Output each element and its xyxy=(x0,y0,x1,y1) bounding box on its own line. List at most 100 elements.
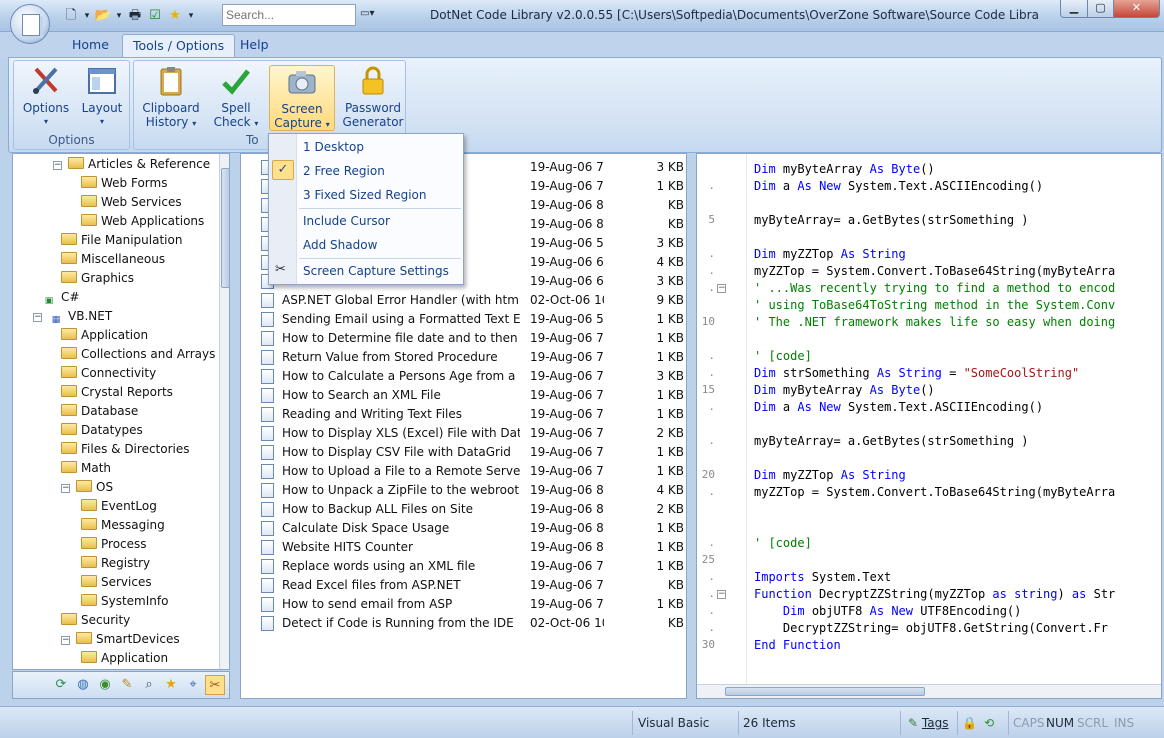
password-generator-button[interactable]: Password Generator xyxy=(340,65,406,131)
code-editor[interactable]: . 5... 10.. 15.. 20.. 25.... 30 Dim myByteArra… xyxy=(696,153,1162,699)
menu-item-add-shadow[interactable]: Add Shadow xyxy=(303,234,377,256)
collapse-toggle-icon[interactable]: − xyxy=(33,313,42,322)
list-cell-size: 1 KB xyxy=(656,388,684,402)
find-icon[interactable]: ⌕ xyxy=(139,675,159,695)
screen-capture-button[interactable]: Screen Capture ▾ xyxy=(269,65,335,131)
list-row[interactable]: How to Unpack a ZipFile to the webroot F… xyxy=(241,481,686,500)
tree-node[interactable]: Registry xyxy=(81,554,150,573)
web-icon[interactable]: ◉ xyxy=(95,675,115,695)
dropdown-icon: ▾ xyxy=(43,117,48,126)
tree-node[interactable]: − SmartDevices xyxy=(61,630,180,649)
list-row[interactable]: Return Value from Stored Procedure 19-Aug… xyxy=(241,348,686,367)
tree-node[interactable]: − ▦ VB.NET xyxy=(33,307,112,326)
tree-node[interactable]: Application xyxy=(61,326,148,345)
tree-node[interactable]: File Manipulation xyxy=(61,231,182,250)
refresh-icon[interactable]: ⟲ xyxy=(984,713,994,733)
tree-node[interactable]: − OS xyxy=(61,478,113,497)
tree-node[interactable]: Web Applications xyxy=(81,212,204,231)
tree-node[interactable]: Collections and Arrays xyxy=(61,345,215,364)
layout-button[interactable]: Layout ▾ xyxy=(76,65,128,131)
list-row[interactable]: How to Search an XML File 19-Aug-06 7: 1 K… xyxy=(241,386,686,405)
list-row[interactable]: Read Excel files from ASP.NET 19-Aug-06 7… xyxy=(241,576,686,595)
tree-scrollbar[interactable] xyxy=(219,154,229,669)
spell-check-button[interactable]: Spell Check ▾ xyxy=(210,65,262,131)
tree-node[interactable]: Datatypes xyxy=(61,421,143,440)
favorite-star-icon[interactable]: ★ xyxy=(166,7,184,25)
list-row[interactable]: How to Determine file date and to then d… xyxy=(241,329,686,348)
star-icon[interactable]: ★ xyxy=(161,675,181,695)
list-row[interactable]: How to Upload a File to a Remote Server 1… xyxy=(241,462,686,481)
application-menu-button[interactable] xyxy=(10,4,50,44)
lock-icon[interactable]: 🔒 xyxy=(962,713,977,733)
new-file-icon[interactable]: 🗋 xyxy=(62,7,80,25)
menu-item-desktop[interactable]: 1 Desktop xyxy=(303,136,364,158)
tree-node[interactable]: SystemInfo xyxy=(81,592,168,611)
tree-node[interactable]: Graphics xyxy=(61,269,134,288)
tree-node[interactable]: EventLog xyxy=(81,497,157,516)
code-horizontal-scrollbar[interactable] xyxy=(697,684,1161,698)
list-row[interactable]: How to send email from ASP 19-Aug-06 7: 1 … xyxy=(241,595,686,614)
print-icon[interactable]: 🖶 xyxy=(126,7,144,25)
globe-icon[interactable]: ◍ xyxy=(73,675,93,695)
menu-item-free-region[interactable]: 2 Free Region xyxy=(303,160,385,182)
tree-scroll-thumb[interactable] xyxy=(221,168,229,288)
list-row[interactable]: Reading and Writing Text Files 19-Aug-06 … xyxy=(241,405,686,424)
list-row[interactable]: Calculate Disk Space Usage 19-Aug-06 8: 1 … xyxy=(241,519,686,538)
tree-node[interactable]: Database xyxy=(61,402,138,421)
list-row[interactable]: How to Calculate a Persons Age from a Da… xyxy=(241,367,686,386)
tag-icon[interactable]: ⌖ xyxy=(183,675,203,695)
minimize-button[interactable]: ▁ xyxy=(1060,0,1088,18)
tree-node[interactable]: ▣ C# xyxy=(41,288,80,307)
clipboard-history-button[interactable]: Clipboard History ▾ xyxy=(138,65,204,131)
maximize-button[interactable]: ▢ xyxy=(1087,0,1114,18)
tree-node[interactable]: Web Services xyxy=(81,193,182,212)
close-button[interactable]: ✕ xyxy=(1113,0,1160,18)
tree-node[interactable]: Services xyxy=(81,573,152,592)
menu-item-fixed-sized-region[interactable]: 3 Fixed Sized Region xyxy=(303,184,427,206)
folder-icon xyxy=(61,271,77,283)
search-options-icon[interactable]: ▭▾ xyxy=(360,8,374,19)
list-row[interactable]: Replace words using an XML file 19-Aug-06… xyxy=(241,557,686,576)
tree-node[interactable]: Messaging xyxy=(81,516,165,535)
tree-node[interactable]: Application xyxy=(81,649,168,668)
dropdown-icon[interactable]: ▾ xyxy=(114,7,124,25)
list-row[interactable]: How to Display CSV File with DataGrid 19-… xyxy=(241,443,686,462)
refresh-icon[interactable]: ⟳ xyxy=(51,675,71,695)
category-tree[interactable]: − Articles & Reference Web Forms Web Servic… xyxy=(12,153,230,670)
code-scroll-thumb[interactable] xyxy=(725,687,925,696)
list-row[interactable]: Website HITS Counter 19-Aug-06 8: 1 KB xyxy=(241,538,686,557)
list-row[interactable]: How to Display XLS (Excel) File with Dat… xyxy=(241,424,686,443)
tree-node[interactable]: Files & Directories xyxy=(61,440,190,459)
list-row[interactable]: Detect if Code is Running from the IDE 02… xyxy=(241,614,686,633)
tree-node[interactable]: Web Forms xyxy=(81,174,167,193)
menu-item-capture-settings[interactable]: Screen Capture Settings xyxy=(303,260,449,282)
tree-node[interactable]: Security xyxy=(61,611,130,630)
list-row[interactable]: Sending Email using a Formatted Text Edi… xyxy=(241,310,686,329)
highlight-icon[interactable]: ✎ xyxy=(117,675,137,695)
dropdown-icon[interactable]: ▾ xyxy=(186,7,196,25)
tab-home[interactable]: Home xyxy=(62,34,119,58)
collapse-toggle-icon[interactable]: − xyxy=(61,484,70,493)
tags-button[interactable]: ✎ Tags xyxy=(908,713,948,733)
tree-node[interactable]: Math xyxy=(61,459,111,478)
fold-toggle-icon[interactable]: − xyxy=(717,590,726,599)
check-icon[interactable]: ☑ xyxy=(146,7,164,25)
collapse-toggle-icon[interactable]: − xyxy=(61,636,70,645)
tab-help[interactable]: Help xyxy=(230,34,279,58)
tree-node[interactable]: Crystal Reports xyxy=(61,383,173,402)
tree-node[interactable]: − Articles & Reference xyxy=(53,155,210,174)
tools-icon[interactable]: ✂ xyxy=(205,675,225,695)
tree-node[interactable]: Connectivity xyxy=(61,364,156,383)
open-folder-icon[interactable]: 📂 xyxy=(94,7,112,25)
tab-tools-options[interactable]: Tools / Options xyxy=(122,34,236,58)
list-row[interactable]: How to Backup ALL Files on Site 19-Aug-06… xyxy=(241,500,686,519)
tree-node[interactable]: Process xyxy=(81,535,147,554)
menu-item-include-cursor[interactable]: Include Cursor xyxy=(303,210,390,232)
collapse-toggle-icon[interactable]: − xyxy=(53,161,62,170)
dropdown-icon[interactable]: ▾ xyxy=(82,7,92,25)
options-button[interactable]: Options ▾ xyxy=(20,65,72,131)
search-input[interactable] xyxy=(222,4,356,26)
fold-toggle-icon[interactable]: − xyxy=(717,284,726,293)
list-row[interactable]: ASP.NET Global Error Handler (with html … xyxy=(241,291,686,310)
tree-node[interactable]: Miscellaneous xyxy=(61,250,165,269)
